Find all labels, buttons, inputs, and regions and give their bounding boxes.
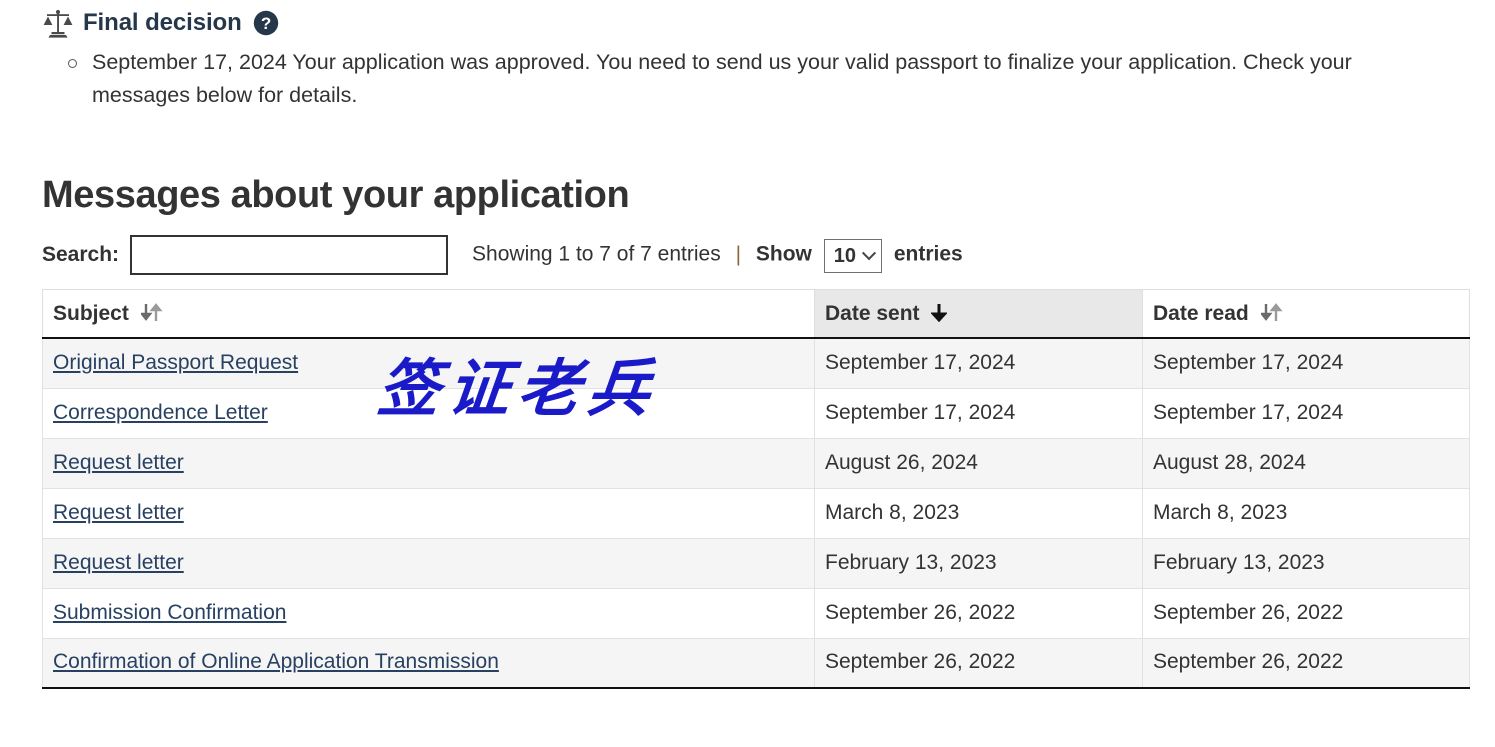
search-input[interactable] — [130, 235, 449, 276]
table-row: Request letter February 13, 2023 February … — [42, 537, 1470, 589]
cell-date-read: September 17, 2024 — [1142, 387, 1470, 439]
scales-icon — [42, 8, 74, 38]
cell-subject: Request letter — [42, 537, 815, 589]
messages-table-wrapper: Subject Date sent Date read Original Pas… — [0, 275, 1470, 690]
cell-subject: Correspondence Letter — [42, 387, 815, 439]
messages-table: Subject Date sent Date read Original Pas… — [42, 289, 1470, 690]
show-label: Show — [755, 242, 812, 266]
list-item: September 17, 2024 Your application was … — [68, 46, 1422, 111]
page-length-value: 10 — [833, 244, 856, 267]
column-header-date-read[interactable]: Date read — [1142, 289, 1470, 340]
table-row: Original Passport Request September 17, 2… — [42, 337, 1470, 389]
message-subject-link[interactable]: Confirmation of Online Application Trans… — [53, 650, 499, 673]
column-header-date-sent-label: Date sent — [825, 302, 920, 326]
controls-divider: | — [735, 242, 742, 266]
cell-date-read: September 26, 2022 — [1142, 637, 1470, 690]
cell-date-sent: August 26, 2024 — [814, 437, 1143, 489]
column-header-subject[interactable]: Subject — [42, 289, 815, 340]
cell-date-read: September 17, 2024 — [1142, 337, 1470, 389]
table-row: Confirmation of Online Application Trans… — [42, 637, 1470, 690]
table-header-row: Subject Date sent Date read — [42, 289, 1470, 340]
final-decision-title: Final decision — [83, 9, 242, 36]
message-subject-link[interactable]: Request letter — [53, 451, 184, 474]
cell-subject: Original Passport Request — [42, 337, 815, 389]
cell-date-read: March 8, 2023 — [1142, 487, 1470, 539]
entries-info-text: Showing 1 to 7 of 7 entries — [472, 242, 721, 266]
table-controls: Search: Showing 1 to 7 of 7 entries | Sh… — [0, 217, 1495, 276]
page-root: Final decision ? September 17, 2024 Your… — [0, 0, 1495, 747]
cell-date-read: August 28, 2024 — [1142, 437, 1470, 489]
cell-date-sent: March 8, 2023 — [814, 487, 1143, 539]
column-header-date-read-label: Date read — [1153, 302, 1249, 326]
entries-info: Showing 1 to 7 of 7 entries | Show 10 en… — [472, 238, 963, 274]
message-subject-link[interactable]: Original Passport Request — [53, 351, 298, 374]
cell-date-read: February 13, 2023 — [1142, 537, 1470, 589]
column-header-date-sent[interactable]: Date sent — [814, 289, 1143, 340]
message-subject-link[interactable]: Request letter — [53, 551, 184, 574]
entries-label: entries — [893, 242, 963, 266]
help-icon[interactable]: ? — [251, 10, 279, 36]
table-body: Original Passport Request September 17, 2… — [42, 337, 1470, 690]
final-decision-section: Final decision ? September 17, 2024 Your… — [0, 0, 1495, 111]
cell-date-sent: February 13, 2023 — [814, 537, 1143, 589]
table-head: Subject Date sent Date read — [42, 289, 1470, 340]
table-row: Correspondence Letter September 17, 2024 S… — [42, 387, 1470, 439]
table-row: Request letter March 8, 2023 March 8, 2023 — [42, 487, 1470, 539]
message-subject-link[interactable]: Submission Confirmation — [53, 601, 286, 624]
final-decision-list: September 17, 2024 Your application was … — [42, 46, 1495, 111]
cell-subject: Submission Confirmation — [42, 587, 815, 639]
cell-date-read: September 26, 2022 — [1142, 587, 1470, 639]
page-title: Messages about your application — [42, 174, 630, 217]
cell-date-sent: September 26, 2022 — [814, 587, 1143, 639]
final-decision-heading: Final decision ? — [42, 8, 1495, 38]
search-label: Search: — [42, 243, 120, 267]
table-row: Request letter August 26, 2024 August 28, … — [42, 437, 1470, 489]
chevron-down-icon — [861, 246, 877, 261]
cell-date-sent: September 17, 2024 — [814, 337, 1143, 389]
sort-both-icon — [1260, 303, 1283, 322]
cell-subject: Confirmation of Online Application Trans… — [42, 637, 815, 690]
sort-both-icon — [140, 303, 163, 322]
column-header-subject-label: Subject — [53, 302, 129, 326]
table-row: Submission Confirmation September 26, 202… — [42, 587, 1470, 639]
cell-subject: Request letter — [42, 437, 815, 489]
message-subject-link[interactable]: Correspondence Letter — [53, 401, 268, 424]
cell-date-sent: September 26, 2022 — [814, 637, 1143, 690]
sort-desc-icon — [931, 303, 948, 323]
page-length-select[interactable]: 10 — [823, 239, 882, 274]
cell-subject: Request letter — [42, 487, 815, 539]
cell-date-sent: September 17, 2024 — [814, 387, 1143, 439]
svg-text:?: ? — [260, 14, 270, 33]
message-subject-link[interactable]: Request letter — [53, 501, 184, 524]
